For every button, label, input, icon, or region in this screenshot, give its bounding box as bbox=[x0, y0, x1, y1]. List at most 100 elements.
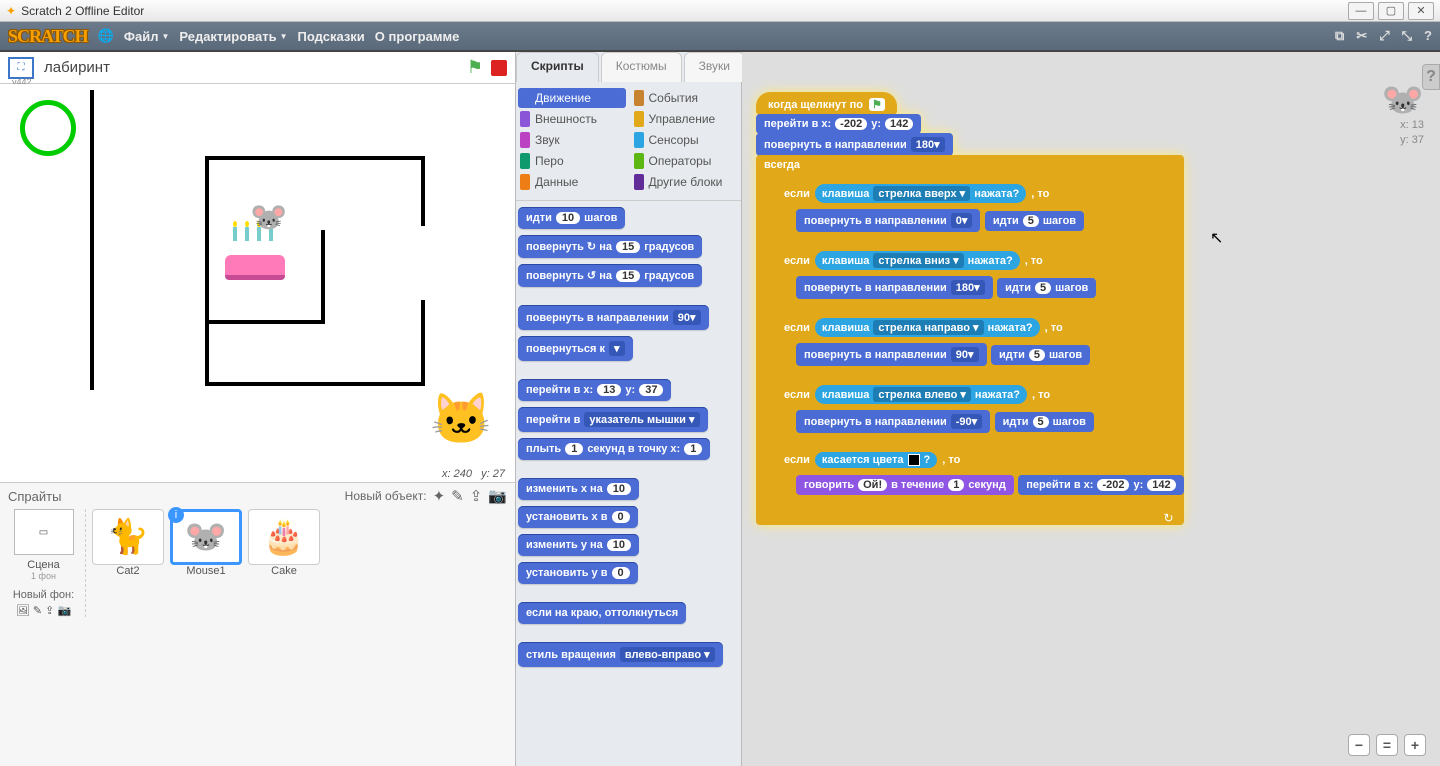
block-if-left[interactable]: есликлавишастрелка влево ▾нажата?, то по… bbox=[776, 381, 1184, 446]
block-point-direction[interactable]: повернуть в направлении0▾ bbox=[796, 209, 980, 232]
zoom-out-icon[interactable]: − bbox=[1348, 734, 1370, 756]
cat-sprite[interactable]: 🐱 bbox=[430, 390, 492, 449]
block-point-direction[interactable]: повернуть в направлении90▾ bbox=[796, 343, 987, 366]
block-if-right[interactable]: есликлавишастрелка направо ▾нажата?, то … bbox=[776, 314, 1184, 379]
scripts-area[interactable]: ? 🐭 x: 13 y: 37 ↖ когда щелкнут по⚑ пере… bbox=[742, 52, 1440, 766]
block-change-y[interactable]: изменить y на10 bbox=[518, 534, 639, 556]
menu-tips[interactable]: Подсказки bbox=[298, 29, 365, 44]
cursor-icon: ↖ bbox=[1210, 228, 1223, 248]
grow-icon[interactable]: ⤢ bbox=[1379, 28, 1389, 44]
stage-thumbnail[interactable]: ▭ bbox=[14, 509, 74, 555]
scratch-logo[interactable]: SCRATCH bbox=[8, 26, 88, 47]
block-say-for-secs[interactable]: говоритьОй!в течение1секунд bbox=[796, 475, 1014, 495]
maze-wall bbox=[421, 156, 425, 226]
window-title: Scratch 2 Offline Editor bbox=[21, 4, 144, 18]
camera-backdrop-icon[interactable]: 📷 bbox=[57, 605, 71, 617]
block-point-direction[interactable]: повернуть в направлении90▾ bbox=[518, 305, 709, 330]
block-goto-pointer[interactable]: перейти вуказатель мышки ▾ bbox=[518, 407, 708, 432]
block-point-direction[interactable]: повернуть в направлении180▾ bbox=[796, 276, 993, 299]
choose-sprite-icon[interactable]: ✦ bbox=[433, 487, 446, 505]
maze-wall bbox=[205, 156, 425, 160]
block-goto-xy[interactable]: перейти в x:13y:37 bbox=[518, 379, 671, 401]
color-swatch[interactable] bbox=[908, 454, 920, 466]
fullscreen-icon[interactable]: ⛶ bbox=[8, 57, 34, 79]
block-move-steps[interactable]: идти5шагов bbox=[985, 211, 1084, 231]
mouse-sprite[interactable]: 🐭 bbox=[250, 200, 287, 235]
block-glide[interactable]: плыть1секунд в точку x:1 bbox=[518, 438, 710, 460]
backdrop-count: 1 фон bbox=[8, 571, 79, 581]
block-point-direction[interactable]: повернуть в направлении180▾ bbox=[756, 133, 953, 156]
block-set-y[interactable]: установить y в0 bbox=[518, 562, 638, 584]
category-control[interactable]: Управление bbox=[632, 109, 740, 129]
block-if-up[interactable]: есликлавишастрелка вверх ▾нажата?, то по… bbox=[776, 180, 1184, 245]
block-rotation-style[interactable]: стиль вращениявлево-вправо ▾ bbox=[518, 642, 723, 667]
tab-scripts[interactable]: Скрипты bbox=[516, 52, 599, 82]
menu-about[interactable]: О программе bbox=[375, 29, 460, 44]
new-backdrop-label: Новый фон: bbox=[8, 589, 79, 601]
paint-backdrop-icon[interactable]: ✎ bbox=[33, 605, 42, 617]
block-point-towards[interactable]: повернуться к▾ bbox=[518, 336, 633, 361]
block-move-steps[interactable]: идти10шагов bbox=[518, 207, 625, 229]
shrink-icon[interactable]: ⤡ bbox=[1402, 28, 1412, 44]
block-forever[interactable]: всегда есликлавишастрелка вверх ▾нажата?… bbox=[756, 155, 1184, 525]
help-drawer-icon[interactable]: ? bbox=[1422, 64, 1440, 90]
block-point-direction[interactable]: повернуть в направлении-90▾ bbox=[796, 410, 990, 433]
block-if-down[interactable]: есликлавишастрелка вниз ▾нажата?, то пов… bbox=[776, 247, 1184, 312]
category-data[interactable]: Данные bbox=[518, 172, 626, 192]
cut-icon[interactable]: ✂ bbox=[1356, 28, 1367, 44]
choose-backdrop-icon[interactable]: 🖼 bbox=[16, 605, 30, 617]
maze-wall bbox=[205, 382, 425, 386]
category-pen[interactable]: Перо bbox=[518, 151, 626, 171]
upload-backdrop-icon[interactable]: ⇪ bbox=[45, 605, 54, 617]
category-operators[interactable]: Операторы bbox=[632, 151, 740, 171]
upload-sprite-icon[interactable]: ⇪ bbox=[470, 487, 483, 505]
sprite-item-cat2[interactable]: 🐈 Cat2 bbox=[92, 509, 164, 617]
block-edge-bounce[interactable]: если на краю, оттолкнуться bbox=[518, 602, 686, 624]
block-move-steps[interactable]: идти5шагов bbox=[995, 412, 1094, 432]
block-change-x[interactable]: изменить x на10 bbox=[518, 478, 639, 500]
sprite-info-icon[interactable]: i bbox=[168, 507, 184, 523]
hat-when-flag-clicked[interactable]: когда щелкнут по⚑ bbox=[756, 92, 897, 115]
block-turn-ccw[interactable]: повернуть ↺ на15градусов bbox=[518, 264, 702, 287]
stage-canvas[interactable]: 🐭 🐱 x: 240 y: 27 bbox=[0, 84, 515, 482]
sprite-item-cake[interactable]: 🎂 Cake bbox=[248, 509, 320, 617]
menu-edit[interactable]: Редактировать▼ bbox=[179, 29, 287, 44]
block-goto-xy[interactable]: перейти в x:-202y:142 bbox=[1018, 475, 1183, 495]
block-turn-cw[interactable]: повернуть ↻ на15градусов bbox=[518, 235, 702, 258]
category-motion[interactable]: Движение bbox=[518, 88, 626, 108]
cake-sprite[interactable] bbox=[225, 235, 285, 280]
category-more[interactable]: Другие блоки bbox=[632, 172, 740, 192]
block-set-x[interactable]: установить x в0 bbox=[518, 506, 638, 528]
maze-wall bbox=[421, 300, 425, 386]
stamp-icon[interactable]: ⧉ bbox=[1335, 28, 1344, 44]
help-icon[interactable]: ? bbox=[1424, 28, 1432, 44]
window-titlebar: ✦ Scratch 2 Offline Editor — ▢ ✕ bbox=[0, 0, 1440, 22]
category-looks[interactable]: Внешность bbox=[518, 109, 626, 129]
block-move-steps[interactable]: идти5шагов bbox=[997, 278, 1096, 298]
maximize-button[interactable]: ▢ bbox=[1378, 2, 1404, 20]
stage-green-circle bbox=[20, 100, 76, 156]
block-goto-xy[interactable]: перейти в x:-202y:142 bbox=[756, 114, 921, 134]
project-title[interactable]: лабиринт bbox=[44, 59, 110, 76]
block-move-steps[interactable]: идти5шагов bbox=[991, 345, 1090, 365]
category-events[interactable]: События bbox=[632, 88, 740, 108]
category-sensing[interactable]: Сенсоры bbox=[632, 130, 740, 150]
paint-sprite-icon[interactable]: ✎ bbox=[451, 487, 464, 505]
close-button[interactable]: ✕ bbox=[1408, 2, 1434, 20]
script-stack[interactable]: когда щелкнут по⚑ перейти в x:-202y:142 … bbox=[756, 92, 1184, 525]
sprite-item-mouse1[interactable]: i 🐭 Mouse1 bbox=[170, 509, 242, 617]
zoom-reset-icon[interactable]: = bbox=[1376, 734, 1398, 756]
zoom-in-icon[interactable]: + bbox=[1404, 734, 1426, 756]
block-if-touching-color[interactable]: есликасается цвета?, то говоритьОй!в теч… bbox=[776, 448, 1184, 508]
camera-sprite-icon[interactable]: 📷 bbox=[488, 487, 507, 505]
green-flag-icon[interactable]: ⚑ bbox=[467, 57, 483, 78]
maze-wall bbox=[321, 230, 325, 324]
category-sound[interactable]: Звук bbox=[518, 130, 626, 150]
current-sprite-icon: 🐭 bbox=[1382, 80, 1424, 120]
tab-costumes[interactable]: Костюмы bbox=[601, 52, 682, 82]
minimize-button[interactable]: — bbox=[1348, 2, 1374, 20]
stop-icon[interactable] bbox=[491, 60, 507, 76]
tab-sounds[interactable]: Звуки bbox=[684, 52, 745, 82]
globe-icon[interactable]: 🌐 bbox=[98, 28, 114, 44]
menu-file[interactable]: Файл▼ bbox=[124, 29, 170, 44]
